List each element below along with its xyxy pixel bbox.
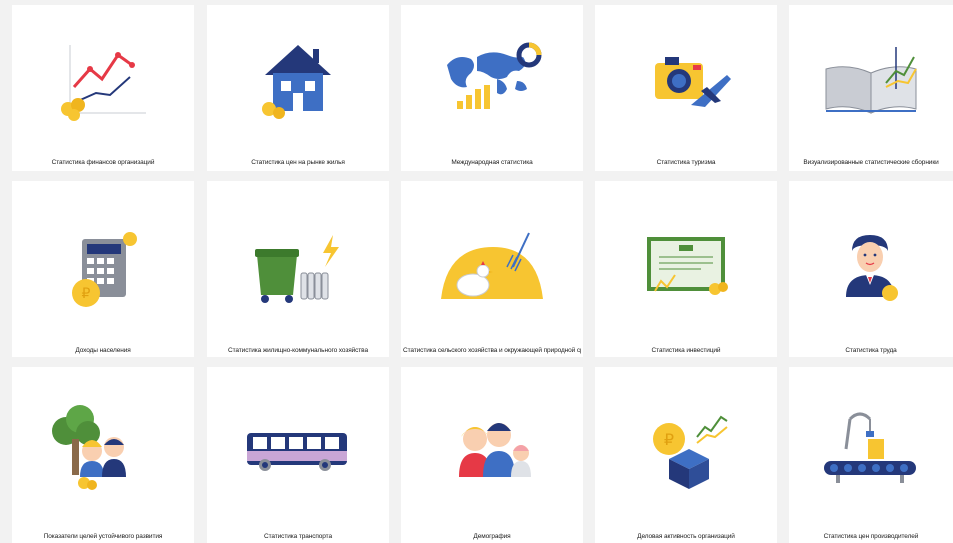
tile-finance[interactable]: Статистика финансов организаций: [12, 5, 194, 171]
tile-sustainable-development[interactable]: Показатели целей устойчивого развития: [12, 367, 194, 543]
haystack-hen-icon: [441, 232, 543, 299]
house-icon: [262, 45, 331, 119]
world-map-icon: [447, 42, 542, 109]
tile-business-activity[interactable]: ₽ Деловая активность организаций: [595, 367, 777, 543]
tile-label: Статистика инвестиций: [651, 347, 721, 354]
tile-transport[interactable]: Статистика транспорта: [207, 367, 389, 543]
tile-label: Деловая активность организаций: [637, 533, 735, 540]
tile-label: Статистика жилищно-коммунального хозяйст…: [228, 347, 368, 354]
tile-label: Международная статистика: [451, 159, 533, 166]
worker-icon: [846, 235, 898, 301]
tile-labor[interactable]: Статистика труда: [789, 181, 953, 357]
tile-label: Визуализированные статистические сборник…: [803, 159, 939, 166]
conveyor-icon: [824, 412, 916, 483]
tile-income[interactable]: ₽ Доходы населения: [12, 181, 194, 357]
coin-box-chart-icon: ₽: [653, 415, 728, 489]
svg-text:₽: ₽: [664, 430, 674, 449]
tree-family-icon: [52, 405, 126, 490]
tile-statistical-books[interactable]: Визуализированные статистические сборник…: [789, 5, 953, 171]
tile-label: Показатели целей устойчивого развития: [43, 533, 163, 540]
tile-label: Статистика транспорта: [263, 533, 333, 540]
tile-agriculture[interactable]: Статистика сельского хозяйства и окружаю…: [401, 181, 583, 357]
tile-label: Доходы населения: [75, 347, 131, 354]
tile-label: Статистика финансов организаций: [51, 159, 155, 166]
tile-producer-prices[interactable]: Статистика цен производителей: [789, 367, 953, 543]
tile-investment[interactable]: Статистика инвестиций: [595, 181, 777, 357]
certificate-icon: [647, 237, 728, 295]
tile-tourism[interactable]: Статистика туризма: [595, 5, 777, 171]
open-book-chart-icon: [825, 47, 917, 114]
bus-icon: [247, 433, 347, 471]
tile-housing-prices[interactable]: Статистика цен на рынке жилья: [207, 5, 389, 171]
finance-chart-icon: [61, 45, 146, 121]
tile-label: Статистика сельского хозяйства и окружаю…: [403, 347, 581, 354]
tile-international[interactable]: Международная статистика: [401, 5, 583, 171]
family-icon: [459, 423, 531, 477]
tile-label: Статистика туризма: [656, 159, 716, 166]
camera-plane-icon: [655, 57, 731, 107]
dumpster-radiator-icon: [255, 235, 339, 303]
tile-label: Статистика цен производителей: [823, 533, 919, 540]
tile-label: Статистика цен на рынке жилья: [251, 159, 345, 166]
tile-housing-utilities[interactable]: Статистика жилищно-коммунального хозяйст…: [207, 181, 389, 357]
svg-text:₽: ₽: [82, 286, 91, 302]
category-grid: Статистика финансов организаций Статисти…: [0, 0, 953, 543]
tile-label: Статистика труда: [845, 347, 897, 354]
calculator-coin-icon: ₽: [72, 232, 137, 307]
tile-demography[interactable]: Демография: [401, 367, 583, 543]
tile-label: Демография: [473, 533, 511, 540]
